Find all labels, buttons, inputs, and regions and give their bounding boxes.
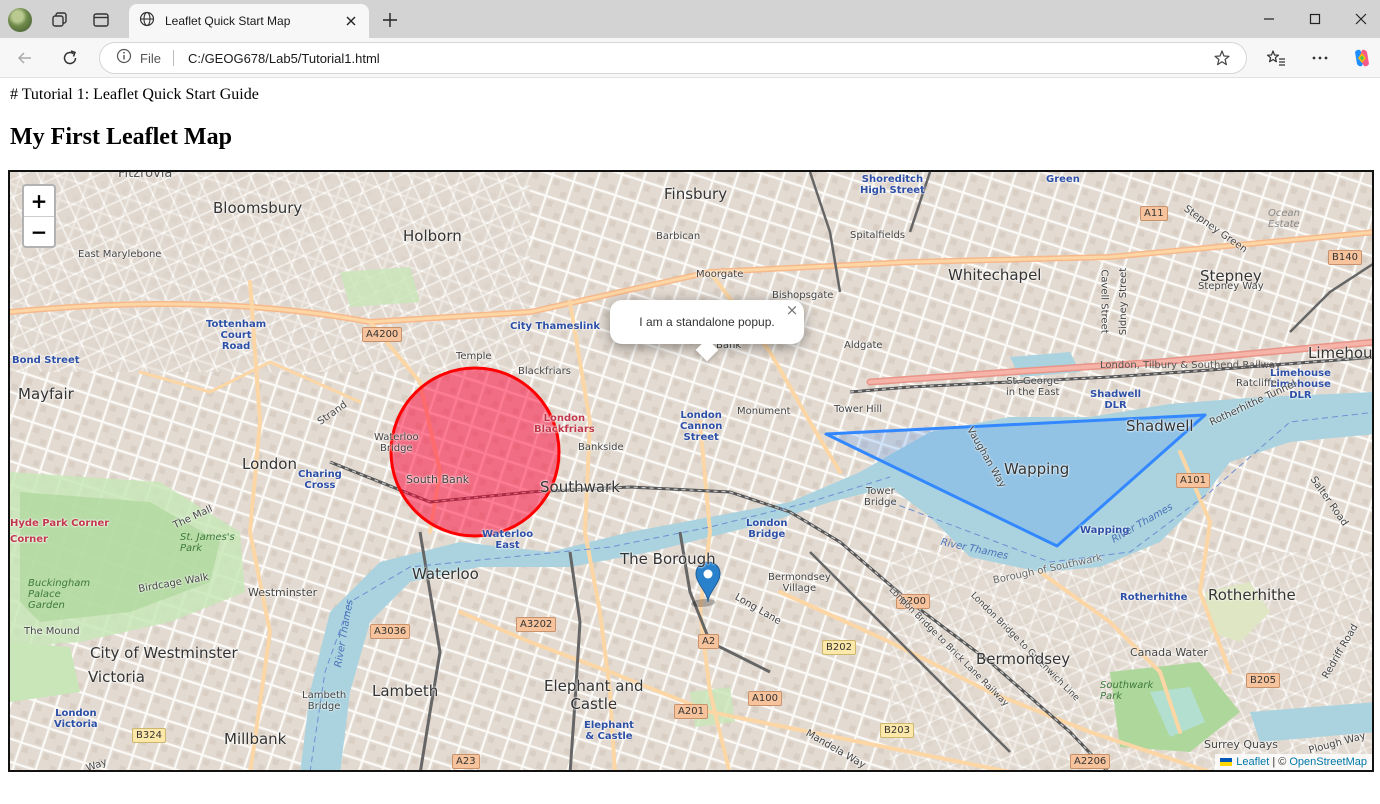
markdown-title-line: # Tutorial 1: Leaflet Quick Start Guide [10,86,259,103]
minimize-icon[interactable] [1256,6,1282,32]
url-text[interactable]: C:/GEOG678/Lab5/Tutorial1.html [188,51,1212,66]
map-attribution: Leaflet | © OpenStreetMap [1215,754,1372,770]
maximize-icon[interactable] [1302,6,1328,32]
workspaces-icon[interactable] [48,8,72,32]
zoom-in-button[interactable]: + [24,186,54,216]
page-content: # Tutorial 1: Leaflet Quick Start Guide … [0,78,1380,804]
vertical-tabs-icon[interactable] [89,8,113,32]
copilot-icon[interactable] [1349,45,1375,71]
url-bar[interactable]: File C:/GEOG678/Lab5/Tutorial1.html [99,42,1247,74]
refresh-icon[interactable] [57,45,83,71]
browser-tab-bar: Leaflet Quick Start Map [0,0,1380,38]
red-circle-overlay[interactable] [389,366,561,538]
zoom-out-button[interactable]: − [24,216,54,246]
back-arrow-icon[interactable] [12,45,38,71]
osm-link[interactable]: OpenStreetMap [1289,756,1367,768]
close-window-icon[interactable] [1348,6,1374,32]
active-tab[interactable]: Leaflet Quick Start Map [129,4,369,38]
profile-avatar-icon[interactable] [8,8,32,32]
favorites-list-icon[interactable] [1263,45,1289,71]
info-icon[interactable] [116,48,132,69]
globe-icon [139,11,155,32]
map-basemap[interactable] [10,172,1374,772]
popup-close-icon[interactable]: × [784,302,800,318]
url-separator [172,50,174,66]
new-tab-plus-icon[interactable] [378,8,402,32]
favorite-star-icon[interactable] [1212,48,1232,68]
address-toolbar: File C:/GEOG678/Lab5/Tutorial1.html [0,38,1380,78]
tab-close-icon[interactable] [343,13,359,29]
tab-title: Leaflet Quick Start Map [165,14,291,28]
zoom-control: + − [22,184,56,248]
more-menu-icon[interactable] [1307,45,1333,71]
leaflet-map[interactable]: Fitzrovia Bloomsbury Holborn Finsbury Sh… [8,170,1374,772]
attribution-separator: | © [1272,756,1287,768]
map-popup: I am a standalone popup. × [610,300,804,362]
page-heading: My First Leaflet Map [10,124,232,150]
url-scheme-label: File [140,50,161,66]
popup-text: I am a standalone popup. [639,315,775,329]
ukraine-flag-icon [1220,758,1233,766]
leaflet-link[interactable]: Leaflet [1236,756,1269,768]
